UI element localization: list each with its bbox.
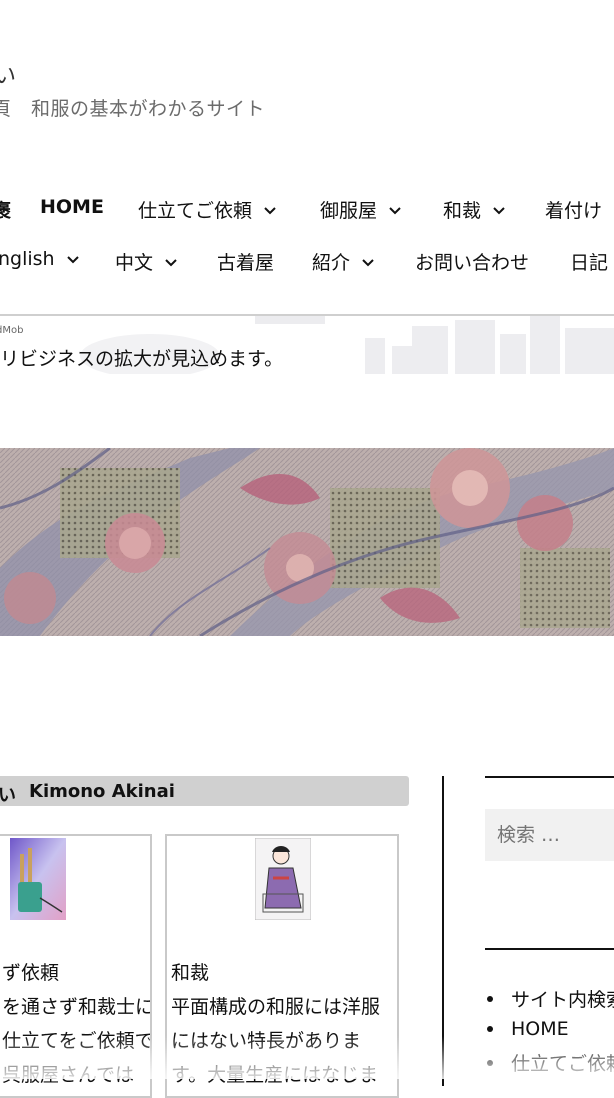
chevron-down-icon bbox=[264, 204, 276, 216]
nav-item-label: HOME bbox=[40, 196, 104, 218]
ad-subtext: ・・・・・・・・・・・・・・・・・ bbox=[0, 370, 204, 374]
nav-item-label: 御服屋 bbox=[320, 200, 378, 222]
card-text-line: を通さず和裁士に bbox=[2, 996, 152, 1018]
nav-item-kitsuke[interactable]: 着付け bbox=[545, 196, 602, 223]
ad-network-label: dMob bbox=[0, 325, 24, 336]
chevron-down-icon bbox=[165, 256, 177, 268]
chevron-down-icon bbox=[493, 204, 505, 216]
nav-item-label: nglish bbox=[0, 248, 55, 270]
sidebar-link-label: 仕立てご依頼 bbox=[511, 1053, 614, 1075]
bullet bbox=[487, 1059, 493, 1066]
seamstress-illustration-icon bbox=[255, 838, 311, 920]
sidebar-rule bbox=[485, 948, 614, 950]
nav-item-diary[interactable]: 日記 bbox=[570, 248, 608, 275]
primary-nav-row-2: nglish 中文 古着屋 紹介 お問い合わせ 日記 bbox=[0, 248, 614, 284]
nav-item-label: お問い合わせ bbox=[415, 252, 530, 274]
card-text-line: 平面構成の和服には洋服 bbox=[171, 996, 381, 1018]
header-kimono-pattern-image bbox=[0, 448, 614, 636]
nav-item-home[interactable]: HOME bbox=[40, 196, 104, 218]
nav-item-gofukuya[interactable]: 御服屋 bbox=[320, 196, 401, 223]
kimono-pattern-illustration bbox=[0, 448, 614, 636]
sidebar-link[interactable]: 仕立てご依頼 bbox=[487, 1049, 614, 1076]
sidebar-link-label: サイト内検索 bbox=[511, 989, 614, 1011]
card-text-line: 呉服屋さんでは bbox=[2, 1064, 135, 1086]
search-input[interactable] bbox=[485, 809, 614, 861]
ad-headline: リビジネスの拡大が見込めます。 bbox=[0, 348, 284, 370]
nav-item-chinese[interactable]: 中文 bbox=[115, 248, 177, 275]
chevron-down-icon bbox=[389, 204, 401, 216]
content-card[interactable]: ず依頼 を通さず和裁士に 仕立てをご依頼で 呉服屋さんでは bbox=[0, 834, 152, 1098]
sidebar-link[interactable]: HOME bbox=[487, 1018, 569, 1040]
chevron-down-icon bbox=[362, 256, 374, 268]
nav-item-partial[interactable]: 褒 bbox=[0, 196, 11, 223]
bullet bbox=[487, 995, 493, 1002]
nav-item-label: 仕立てご依頼 bbox=[138, 200, 253, 222]
nav-item-label: 紹介 bbox=[312, 252, 351, 274]
nav-item-contact[interactable]: お問い合わせ bbox=[415, 248, 529, 275]
site-description: 頁 和服の基本がわかるサイト bbox=[0, 98, 266, 120]
nav-item-tailoring-request[interactable]: 仕立てご依頼 bbox=[138, 196, 276, 223]
nav-item-label: 中文 bbox=[115, 252, 154, 274]
nav-item-furugiya[interactable]: 古着屋 bbox=[217, 248, 274, 275]
bullet bbox=[487, 1026, 493, 1032]
chevron-down-icon bbox=[66, 253, 79, 265]
sidebar-rule bbox=[485, 776, 614, 778]
nav-item-label: 和裁 bbox=[443, 200, 482, 222]
nav-item-english[interactable]: nglish bbox=[0, 248, 79, 270]
nav-item-label: 褒 bbox=[0, 200, 12, 222]
nav-item-wasai[interactable]: 和裁 bbox=[443, 196, 505, 223]
sidebar-link[interactable]: サイト内検索 bbox=[487, 985, 614, 1012]
card-text-line: す。大量生産にはなじま bbox=[171, 1064, 379, 1086]
ad-banner[interactable]: dMob リビジネスの拡大が見込めます。 ・・・・・・・・・・・・・・・・・ bbox=[0, 316, 614, 374]
nav-item-label: 着付け bbox=[545, 200, 603, 222]
card-text-line: にはない特長がありま bbox=[171, 1030, 362, 1052]
section-title-prefix: い bbox=[0, 785, 16, 806]
primary-nav-row-1: 褒 HOME 仕立てご依頼 御服屋 和裁 着付け bbox=[0, 196, 614, 232]
nav-item-label: 古着屋 bbox=[217, 252, 275, 274]
brush-pot-icon bbox=[10, 838, 66, 920]
content-card[interactable]: 和裁 平面構成の和服には洋服 にはない特長がありま す。大量生産にはなじま bbox=[165, 834, 399, 1098]
card-title[interactable]: 和裁 bbox=[171, 958, 209, 985]
sidebar-link-label: HOME bbox=[511, 1018, 569, 1040]
nav-item-introduction[interactable]: 紹介 bbox=[312, 248, 374, 275]
nav-item-label: 日記 bbox=[570, 252, 609, 274]
card-text-line: 仕立てをご依頼で bbox=[2, 1030, 152, 1052]
card-title[interactable]: ず依頼 bbox=[2, 958, 59, 985]
section-title: Kimono Akinai bbox=[29, 781, 175, 802]
site-title[interactable]: い bbox=[0, 58, 16, 90]
column-divider bbox=[442, 776, 444, 1086]
